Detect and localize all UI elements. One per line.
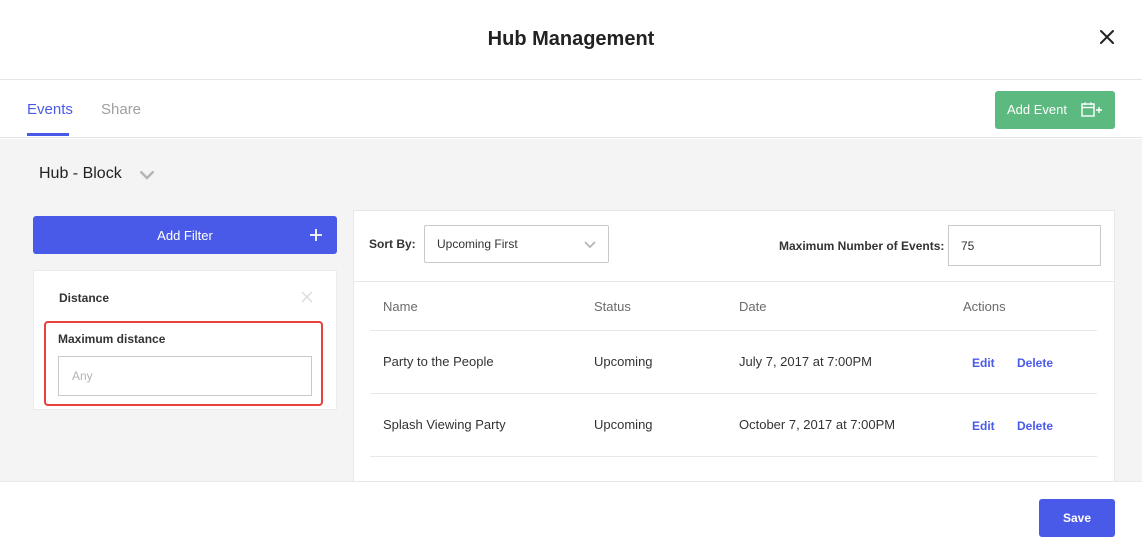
filter-title: Distance [59, 291, 110, 305]
tab-bar: Events Share Add Event [0, 81, 1142, 138]
event-date: July 7, 2017 at 7:00PM [739, 354, 872, 369]
event-name: Party to the People [383, 354, 494, 369]
edit-button[interactable]: Edit [972, 356, 995, 370]
sort-value: Upcoming First [437, 237, 518, 251]
event-date: October 7, 2017 at 7:00PM [739, 417, 896, 432]
tab-share[interactable]: Share [101, 101, 141, 118]
active-tab-indicator [27, 133, 69, 136]
close-icon [1100, 30, 1114, 44]
calendar-plus-icon [1081, 102, 1102, 117]
modal-footer: Save [0, 481, 1142, 550]
table-divider [370, 330, 1097, 331]
max-events-input[interactable] [948, 225, 1101, 266]
chevron-down-icon [584, 241, 596, 248]
add-event-button[interactable]: Add Event [995, 91, 1115, 129]
column-header-status: Status [594, 299, 631, 314]
max-events-label: Maximum Number of Events: [779, 239, 945, 253]
event-name: Splash Viewing Party [383, 417, 506, 432]
sort-label: Sort By: [369, 237, 416, 251]
save-button[interactable]: Save [1039, 499, 1115, 537]
divider [354, 281, 1114, 282]
close-icon[interactable] [301, 291, 313, 303]
modal-title: Hub Management [487, 28, 655, 50]
close-button[interactable] [1096, 26, 1118, 48]
event-status: Upcoming [594, 417, 653, 432]
modal-header: Hub Management [0, 0, 1142, 80]
add-event-label: Add Event [1007, 102, 1067, 117]
tab-events[interactable]: Events [27, 101, 73, 118]
column-header-date: Date [739, 299, 767, 314]
events-panel: Sort By: Upcoming First Maximum Number o… [353, 210, 1115, 481]
hub-selector[interactable]: Hub - Block [39, 165, 122, 183]
add-filter-button[interactable]: Add Filter [33, 216, 337, 254]
delete-button[interactable]: Delete [1017, 419, 1053, 433]
chevron-down-icon[interactable] [139, 170, 155, 180]
max-distance-input[interactable] [58, 356, 312, 396]
edit-button[interactable]: Edit [972, 419, 995, 433]
table-divider [370, 456, 1097, 457]
modal-body: Hub - Block Add Filter Distance Maximum … [0, 139, 1142, 481]
table-divider [370, 393, 1097, 394]
column-header-actions: Actions [963, 299, 1006, 314]
add-filter-label: Add Filter [157, 228, 213, 243]
distance-filter-card: Distance Maximum distance [33, 270, 337, 410]
delete-button[interactable]: Delete [1017, 356, 1053, 370]
column-header-name: Name [383, 299, 418, 314]
max-distance-label: Maximum distance [58, 332, 166, 346]
event-status: Upcoming [594, 354, 653, 369]
plus-icon [310, 229, 322, 241]
sort-select[interactable]: Upcoming First [424, 225, 609, 263]
